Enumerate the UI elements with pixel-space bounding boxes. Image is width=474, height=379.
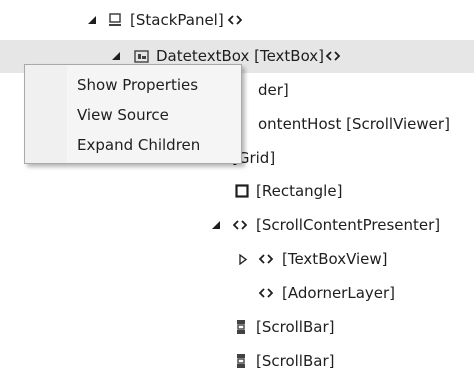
scrollbar-icon bbox=[233, 319, 249, 335]
collapsed-triangle-icon[interactable] bbox=[238, 253, 248, 265]
textbox-icon bbox=[133, 48, 149, 64]
tree-row-label: der] bbox=[258, 81, 289, 99]
code-icon bbox=[258, 251, 274, 267]
menu-icon-gutter bbox=[25, 65, 67, 163]
tree-row-label: DatetextBox [TextBox] bbox=[156, 47, 325, 65]
tree-row-label: [ScrollContentPresenter] bbox=[256, 216, 441, 234]
tree-row-label: [StackPanel] bbox=[130, 11, 224, 29]
menu-item-view-source[interactable]: View Source bbox=[77, 101, 169, 129]
view-source-icon[interactable] bbox=[226, 12, 244, 28]
visual-tree: [StackPanel] DatetextBox [TextBox] der] … bbox=[0, 0, 474, 379]
tree-row-label: [ScrollBar] bbox=[256, 352, 335, 370]
menu-item-expand-children[interactable]: Expand Children bbox=[77, 131, 200, 159]
tree-row-label: [TextBoxView] bbox=[282, 250, 388, 268]
expanded-triangle-icon[interactable] bbox=[211, 220, 221, 230]
scrollbar-icon bbox=[233, 353, 249, 369]
tree-row-label: [Rectangle] bbox=[256, 182, 343, 200]
tree-row-textboxview[interactable]: [TextBoxView] bbox=[0, 243, 474, 276]
menu-item-show-properties[interactable]: Show Properties bbox=[77, 71, 198, 99]
view-source-icon[interactable] bbox=[324, 48, 342, 64]
rectangle-icon bbox=[234, 183, 250, 199]
expanded-triangle-icon[interactable] bbox=[87, 15, 97, 25]
code-icon bbox=[232, 217, 248, 233]
context-menu: Show Properties View Source Expand Child… bbox=[24, 64, 242, 164]
stackpanel-icon bbox=[107, 12, 123, 28]
expanded-triangle-icon[interactable] bbox=[111, 51, 121, 61]
code-icon bbox=[258, 285, 274, 301]
tree-row-scrollcontentpresenter[interactable]: [ScrollContentPresenter] bbox=[0, 209, 474, 242]
tree-row-label: [ScrollBar] bbox=[256, 318, 335, 336]
tree-row-scrollbar[interactable]: [ScrollBar] bbox=[0, 311, 474, 344]
tree-row-label: ontentHost [ScrollViewer] bbox=[258, 115, 450, 133]
tree-row-adornerlayer[interactable]: [AdornerLayer] bbox=[0, 277, 474, 310]
tree-row-scrollbar[interactable]: [ScrollBar] bbox=[0, 345, 474, 378]
tree-row-rectangle[interactable]: [Rectangle] bbox=[0, 175, 474, 208]
tree-row-label: [AdornerLayer] bbox=[282, 284, 396, 302]
tree-row-stackpanel[interactable]: [StackPanel] bbox=[0, 4, 474, 37]
